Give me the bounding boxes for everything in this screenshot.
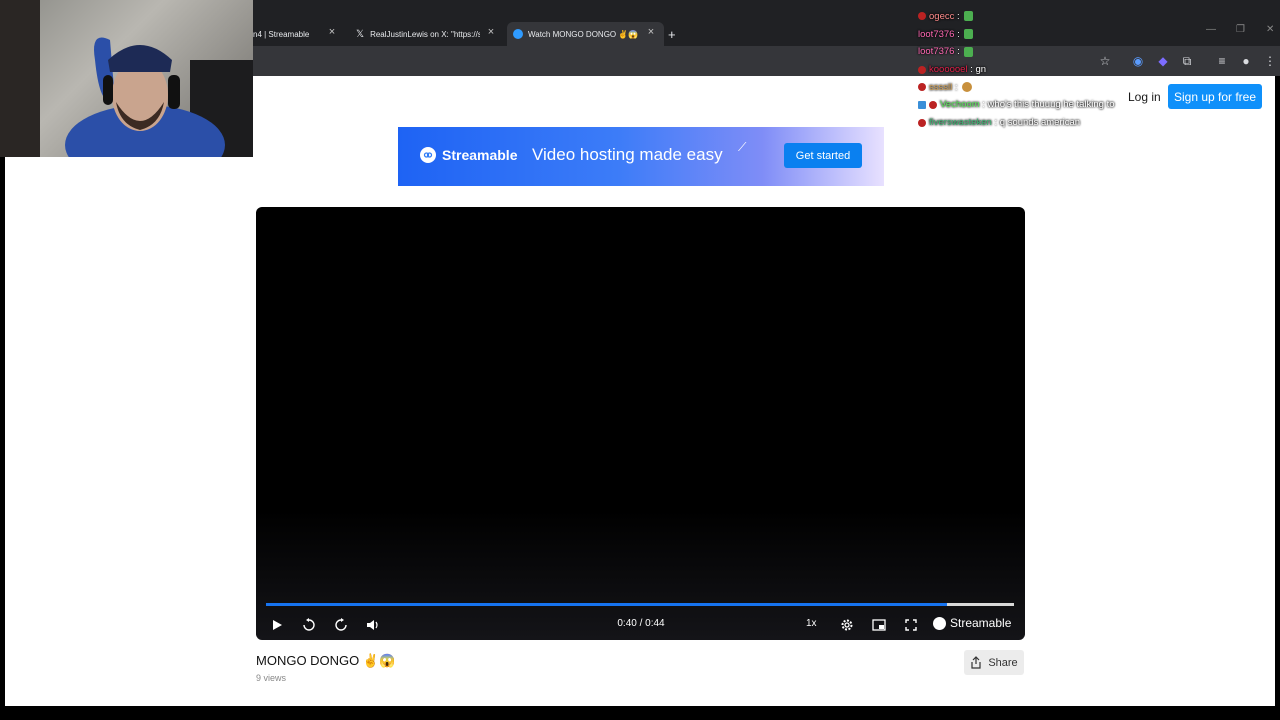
profile-avatar-icon[interactable]: ● bbox=[1238, 53, 1254, 69]
stream-chat-overlay: ogecc : loot7376 : loot7376 : koooooel :… bbox=[918, 8, 1158, 132]
pip-button[interactable] bbox=[869, 615, 889, 635]
picture-in-picture-icon bbox=[872, 619, 886, 631]
volume-button[interactable] bbox=[363, 615, 383, 635]
tab-label: RealJustinLewis on X: "https://s bbox=[370, 29, 481, 39]
chat-message: ogecc : bbox=[918, 8, 1158, 26]
play-button[interactable] bbox=[267, 615, 287, 635]
webcam-person-image bbox=[0, 0, 253, 157]
ad-banner[interactable]: Streamable Video hosting made easy ⟋ Get… bbox=[398, 127, 884, 186]
restore-icon[interactable]: ❐ bbox=[1236, 24, 1245, 35]
view-count: 9 views bbox=[256, 673, 287, 683]
streamable-logo-icon bbox=[420, 147, 436, 163]
badge-icon bbox=[918, 100, 926, 109]
menu-kebab-icon[interactable]: ⋮ bbox=[1262, 53, 1278, 69]
chat-message: ssssll : bbox=[918, 79, 1158, 97]
forward-10-button[interactable] bbox=[331, 615, 351, 635]
badge-icon bbox=[918, 83, 926, 92]
screen-bottom-edge bbox=[0, 706, 1280, 720]
chat-username: ssssll bbox=[929, 81, 953, 93]
progress-fill bbox=[266, 603, 947, 606]
chat-username: loot7376 bbox=[918, 46, 955, 58]
close-icon[interactable]: × bbox=[325, 26, 339, 38]
green-emote-icon bbox=[964, 29, 974, 40]
badge-icon bbox=[929, 100, 937, 109]
new-tab-button[interactable]: + bbox=[668, 22, 684, 46]
chat-username: koooooel bbox=[929, 64, 968, 76]
close-icon[interactable]: × bbox=[644, 26, 658, 38]
settings-button[interactable] bbox=[837, 615, 857, 635]
chat-message: loot7376 : bbox=[918, 26, 1158, 44]
share-button[interactable]: Share bbox=[964, 650, 1024, 675]
sparkle-icon: ⟋ bbox=[738, 140, 747, 154]
signup-button[interactable]: Sign up for free bbox=[1168, 84, 1262, 109]
chat-username: loot7376 bbox=[918, 28, 955, 40]
badge-icon bbox=[918, 118, 926, 127]
chat-username: fiverswasteken bbox=[929, 117, 992, 129]
chat-message: Vechoom : who's this thuuug he talking t… bbox=[918, 96, 1158, 114]
tab-x[interactable]: 𝕏 RealJustinLewis on X: "https://s × bbox=[352, 22, 504, 46]
share-label: Share bbox=[988, 656, 1018, 669]
green-emote-icon bbox=[964, 46, 974, 57]
media-control-icon[interactable]: ≡ bbox=[1214, 53, 1230, 69]
progress-bar[interactable] bbox=[266, 603, 1014, 606]
chat-username: Vechoom bbox=[940, 99, 980, 111]
tab-active-mongo[interactable]: Watch MONGO DONGO ✌️😱 × bbox=[507, 22, 664, 46]
green-emote-icon bbox=[964, 11, 974, 22]
ad-headline: Video hosting made easy bbox=[532, 145, 723, 164]
tab-streamable[interactable]: n4 | Streamable × bbox=[253, 22, 345, 46]
close-icon[interactable]: × bbox=[484, 26, 498, 38]
webcam-overlay bbox=[0, 0, 253, 157]
video-player[interactable]: 0:40 / 0:44 1x Streamable bbox=[256, 207, 1025, 640]
time-display: 0:40 / 0:44 bbox=[617, 618, 665, 629]
gear-icon bbox=[841, 619, 853, 631]
plus-icon: + bbox=[668, 26, 676, 42]
streamable-favicon-icon bbox=[513, 29, 523, 39]
chat-text: q sounds american bbox=[999, 117, 1081, 129]
play-icon bbox=[273, 620, 282, 630]
share-icon bbox=[971, 656, 981, 669]
window-close-icon[interactable]: ✕ bbox=[1266, 24, 1274, 35]
forward-icon bbox=[335, 618, 347, 631]
face-emote-icon bbox=[962, 82, 973, 93]
chat-text: gn bbox=[975, 64, 987, 76]
fullscreen-button[interactable] bbox=[901, 615, 921, 635]
minimize-icon[interactable]: — bbox=[1206, 24, 1216, 35]
tab-label: Watch MONGO DONGO ✌️😱 bbox=[528, 29, 639, 39]
player-brand-text: Streamable bbox=[950, 616, 1012, 630]
fullscreen-icon bbox=[905, 619, 917, 631]
ad-logo-text: Streamable bbox=[442, 147, 518, 163]
video-title: MONGO DONGO ✌️😱 bbox=[256, 653, 396, 668]
chat-text: who's this thuuug he talking to bbox=[987, 99, 1115, 111]
chat-username: ogecc bbox=[929, 11, 955, 22]
streamable-logo-icon bbox=[933, 616, 946, 630]
extensions-puzzle-icon[interactable]: ⧉ bbox=[1179, 53, 1195, 69]
rewind-icon bbox=[303, 618, 315, 631]
badge-icon bbox=[918, 65, 926, 74]
ad-get-started-button[interactable]: Get started bbox=[784, 143, 862, 168]
player-brand-link[interactable]: Streamable bbox=[933, 616, 1011, 630]
x-logo-icon: 𝕏 bbox=[356, 28, 365, 40]
tab-label: n4 | Streamable bbox=[253, 29, 310, 39]
badge-icon bbox=[918, 12, 926, 21]
playback-speed-button[interactable]: 1x bbox=[806, 618, 817, 629]
ad-logo: Streamable bbox=[420, 147, 517, 163]
chat-message: fiverswasteken : q sounds american bbox=[918, 114, 1158, 132]
chat-message: loot7376 : bbox=[918, 43, 1158, 61]
chat-message: koooooel : gn bbox=[918, 61, 1158, 79]
screen: n4 | Streamable × 𝕏 RealJustinLewis on X… bbox=[0, 0, 1280, 720]
volume-icon bbox=[367, 620, 378, 630]
rewind-10-button[interactable] bbox=[299, 615, 319, 635]
